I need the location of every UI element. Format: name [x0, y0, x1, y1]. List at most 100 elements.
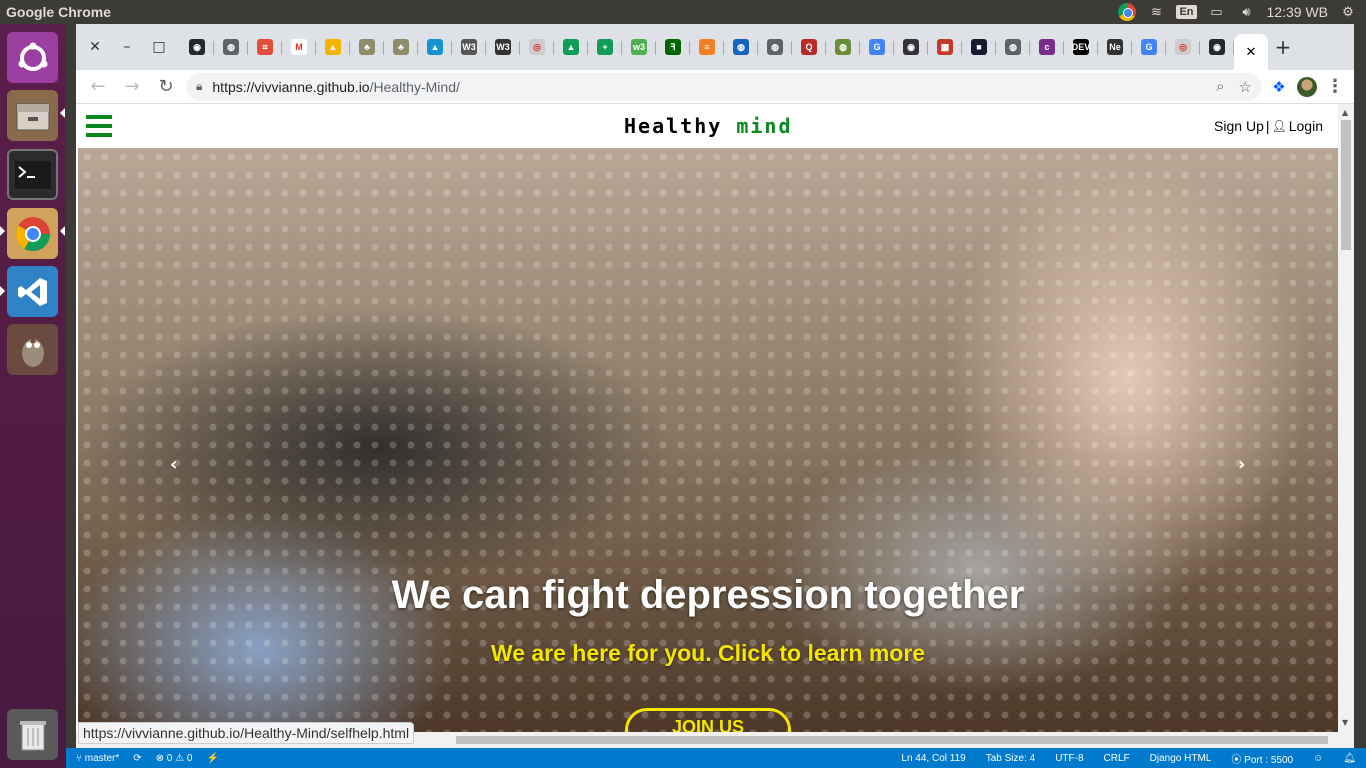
browser-tab[interactable]: W3: [486, 32, 520, 62]
avatar[interactable]: [1297, 76, 1317, 97]
files-active-indicator: [60, 108, 65, 118]
live-server-port[interactable]: ⦿ Port : 5500: [1231, 751, 1293, 766]
codepen-icon: ⌗: [257, 39, 273, 55]
browser-tab[interactable]: +: [588, 32, 622, 62]
browser-tab[interactable]: ◎: [1166, 32, 1200, 62]
brand-mind: mind: [736, 114, 793, 138]
active-tab[interactable]: ✕: [1234, 34, 1268, 70]
minimize-window-icon[interactable]: –: [120, 39, 134, 55]
horizontal-scroll-thumb[interactable]: [456, 736, 1328, 744]
git-branch[interactable]: ⑂ master*: [76, 753, 119, 764]
tab-size[interactable]: Tab Size: 4: [986, 753, 1035, 764]
clock[interactable]: 12:39 WB: [1267, 4, 1328, 20]
globe-icon: ◍: [767, 39, 783, 55]
terminal-icon[interactable]: [7, 149, 58, 200]
browser-tab[interactable]: DEV: [1064, 32, 1098, 62]
browser-tab[interactable]: ▦: [928, 32, 962, 62]
vertical-scroll-thumb[interactable]: [1341, 120, 1351, 250]
hamburger-menu-icon[interactable]: [86, 115, 112, 137]
notifications-bell-icon[interactable]: 🔔︎: [1343, 753, 1356, 764]
browser-tab[interactable]: Ne: [1098, 32, 1132, 62]
bookmark-star-icon[interactable]: ☆: [1239, 78, 1252, 96]
browser-tab[interactable]: W3: [452, 32, 486, 62]
site-brand[interactable]: Healthy mind: [624, 114, 793, 138]
scroll-up-icon[interactable]: ▲: [1342, 108, 1348, 117]
login-link[interactable]: Login: [1289, 118, 1323, 134]
browser-tab[interactable]: ♣: [384, 32, 418, 62]
back-arrow-icon[interactable]: ←: [84, 73, 112, 101]
w3-icon: W3: [461, 39, 477, 55]
files-icon[interactable]: [7, 90, 58, 141]
new-tab-button[interactable]: +: [1268, 35, 1298, 59]
browser-tab[interactable]: G: [1132, 32, 1166, 62]
chrome-indicator-icon[interactable]: [1118, 3, 1137, 21]
browser-tab[interactable]: ◉: [180, 32, 214, 62]
keyboard-layout-indicator[interactable]: En: [1176, 5, 1197, 19]
close-window-icon[interactable]: ✕: [88, 39, 102, 55]
lightning-icon[interactable]: ⚡: [206, 753, 218, 764]
browser-tab[interactable]: ♣: [350, 32, 384, 62]
browser-tab[interactable]: ◎: [520, 32, 554, 62]
browser-tab[interactable]: ▲: [316, 32, 350, 62]
browser-tab[interactable]: M: [282, 32, 316, 62]
volume-icon[interactable]: 🔊︎: [1237, 3, 1257, 21]
tree-icon: ♣: [393, 39, 409, 55]
signup-link[interactable]: Sign Up: [1214, 118, 1264, 134]
scroll-down-icon[interactable]: ▼: [1342, 718, 1348, 727]
browser-tab[interactable]: ▲: [418, 32, 452, 62]
browser-tab[interactable]: ◍: [996, 32, 1030, 62]
lock-icon[interactable]: 🔒︎: [196, 79, 202, 94]
cursor-position[interactable]: Ln 44, Col 119: [901, 753, 965, 764]
browser-tab[interactable]: w3: [622, 32, 656, 62]
globe-icon: ◍: [733, 39, 749, 55]
reload-icon[interactable]: ↻: [152, 73, 180, 101]
battery-icon[interactable]: ▭: [1207, 3, 1227, 21]
gimp-icon[interactable]: [7, 324, 58, 375]
vertical-scrollbar[interactable]: ▲ ▼: [1338, 104, 1354, 732]
language-mode[interactable]: Django HTML: [1150, 753, 1212, 764]
chrome-menu-icon[interactable]: ⋮: [1324, 76, 1346, 98]
line-ending[interactable]: CRLF: [1104, 753, 1130, 764]
browser-tab[interactable]: ꟻ: [656, 32, 690, 62]
browser-tab[interactable]: ◍: [724, 32, 758, 62]
carousel-next-icon[interactable]: ›: [1238, 454, 1245, 475]
w3-green-icon: w3: [631, 39, 647, 55]
browser-tab[interactable]: ◉: [1200, 32, 1234, 62]
globe-icon: ◍: [1005, 39, 1021, 55]
trash-icon[interactable]: [7, 709, 58, 760]
sync-icon[interactable]: ⟳: [133, 753, 141, 764]
wifi-icon[interactable]: ≋: [1146, 3, 1166, 21]
tree-icon: ♣: [359, 39, 375, 55]
browser-tab[interactable]: c: [1030, 32, 1064, 62]
encoding[interactable]: UTF-8: [1055, 753, 1083, 764]
browser-tab[interactable]: ◍: [758, 32, 792, 62]
browser-tab[interactable]: ≡: [690, 32, 724, 62]
chrome-running-indicator: [0, 226, 5, 236]
browser-tab[interactable]: ⌗: [248, 32, 282, 62]
address-bar[interactable]: 🔒︎ https://vivvianne.github.io/Healthy-M…: [186, 72, 1262, 101]
maximize-window-icon[interactable]: □: [152, 39, 166, 55]
browser-tab[interactable]: G: [860, 32, 894, 62]
vscode-icon[interactable]: [7, 266, 58, 317]
ubuntu-dash-icon[interactable]: [7, 32, 58, 83]
browser-tab[interactable]: ■: [962, 32, 996, 62]
git-branch-label: master*: [84, 752, 120, 764]
top-panel: Google Chrome ≋ En ▭ 🔊︎ 12:39 WB ⚙: [0, 0, 1366, 24]
hero-subheading[interactable]: We are here for you. Click to learn more: [78, 640, 1338, 667]
carousel-prev-icon[interactable]: ‹: [170, 454, 177, 475]
feedback-icon[interactable]: ☺: [1313, 753, 1323, 764]
browser-tab[interactable]: ▲: [554, 32, 588, 62]
dropbox-extension-icon[interactable]: ❖: [1268, 76, 1290, 98]
chrome-launcher-icon[interactable]: [7, 208, 58, 259]
browser-tab[interactable]: ◉: [894, 32, 928, 62]
settings-gear-icon[interactable]: ⚙: [1338, 3, 1358, 21]
circle-icon: ◉: [903, 39, 919, 55]
browser-tab[interactable]: ◍: [826, 32, 860, 62]
close-tab-icon[interactable]: ✕: [1246, 45, 1257, 60]
forward-arrow-icon[interactable]: →: [118, 73, 146, 101]
browser-tab[interactable]: Q: [792, 32, 826, 62]
profile-avatar[interactable]: [1296, 76, 1318, 98]
browser-tab[interactable]: ◍: [214, 32, 248, 62]
zoom-icon[interactable]: ⌕: [1216, 78, 1224, 96]
problems-indicator[interactable]: ⊗ 0 ⚠ 0: [156, 753, 193, 764]
